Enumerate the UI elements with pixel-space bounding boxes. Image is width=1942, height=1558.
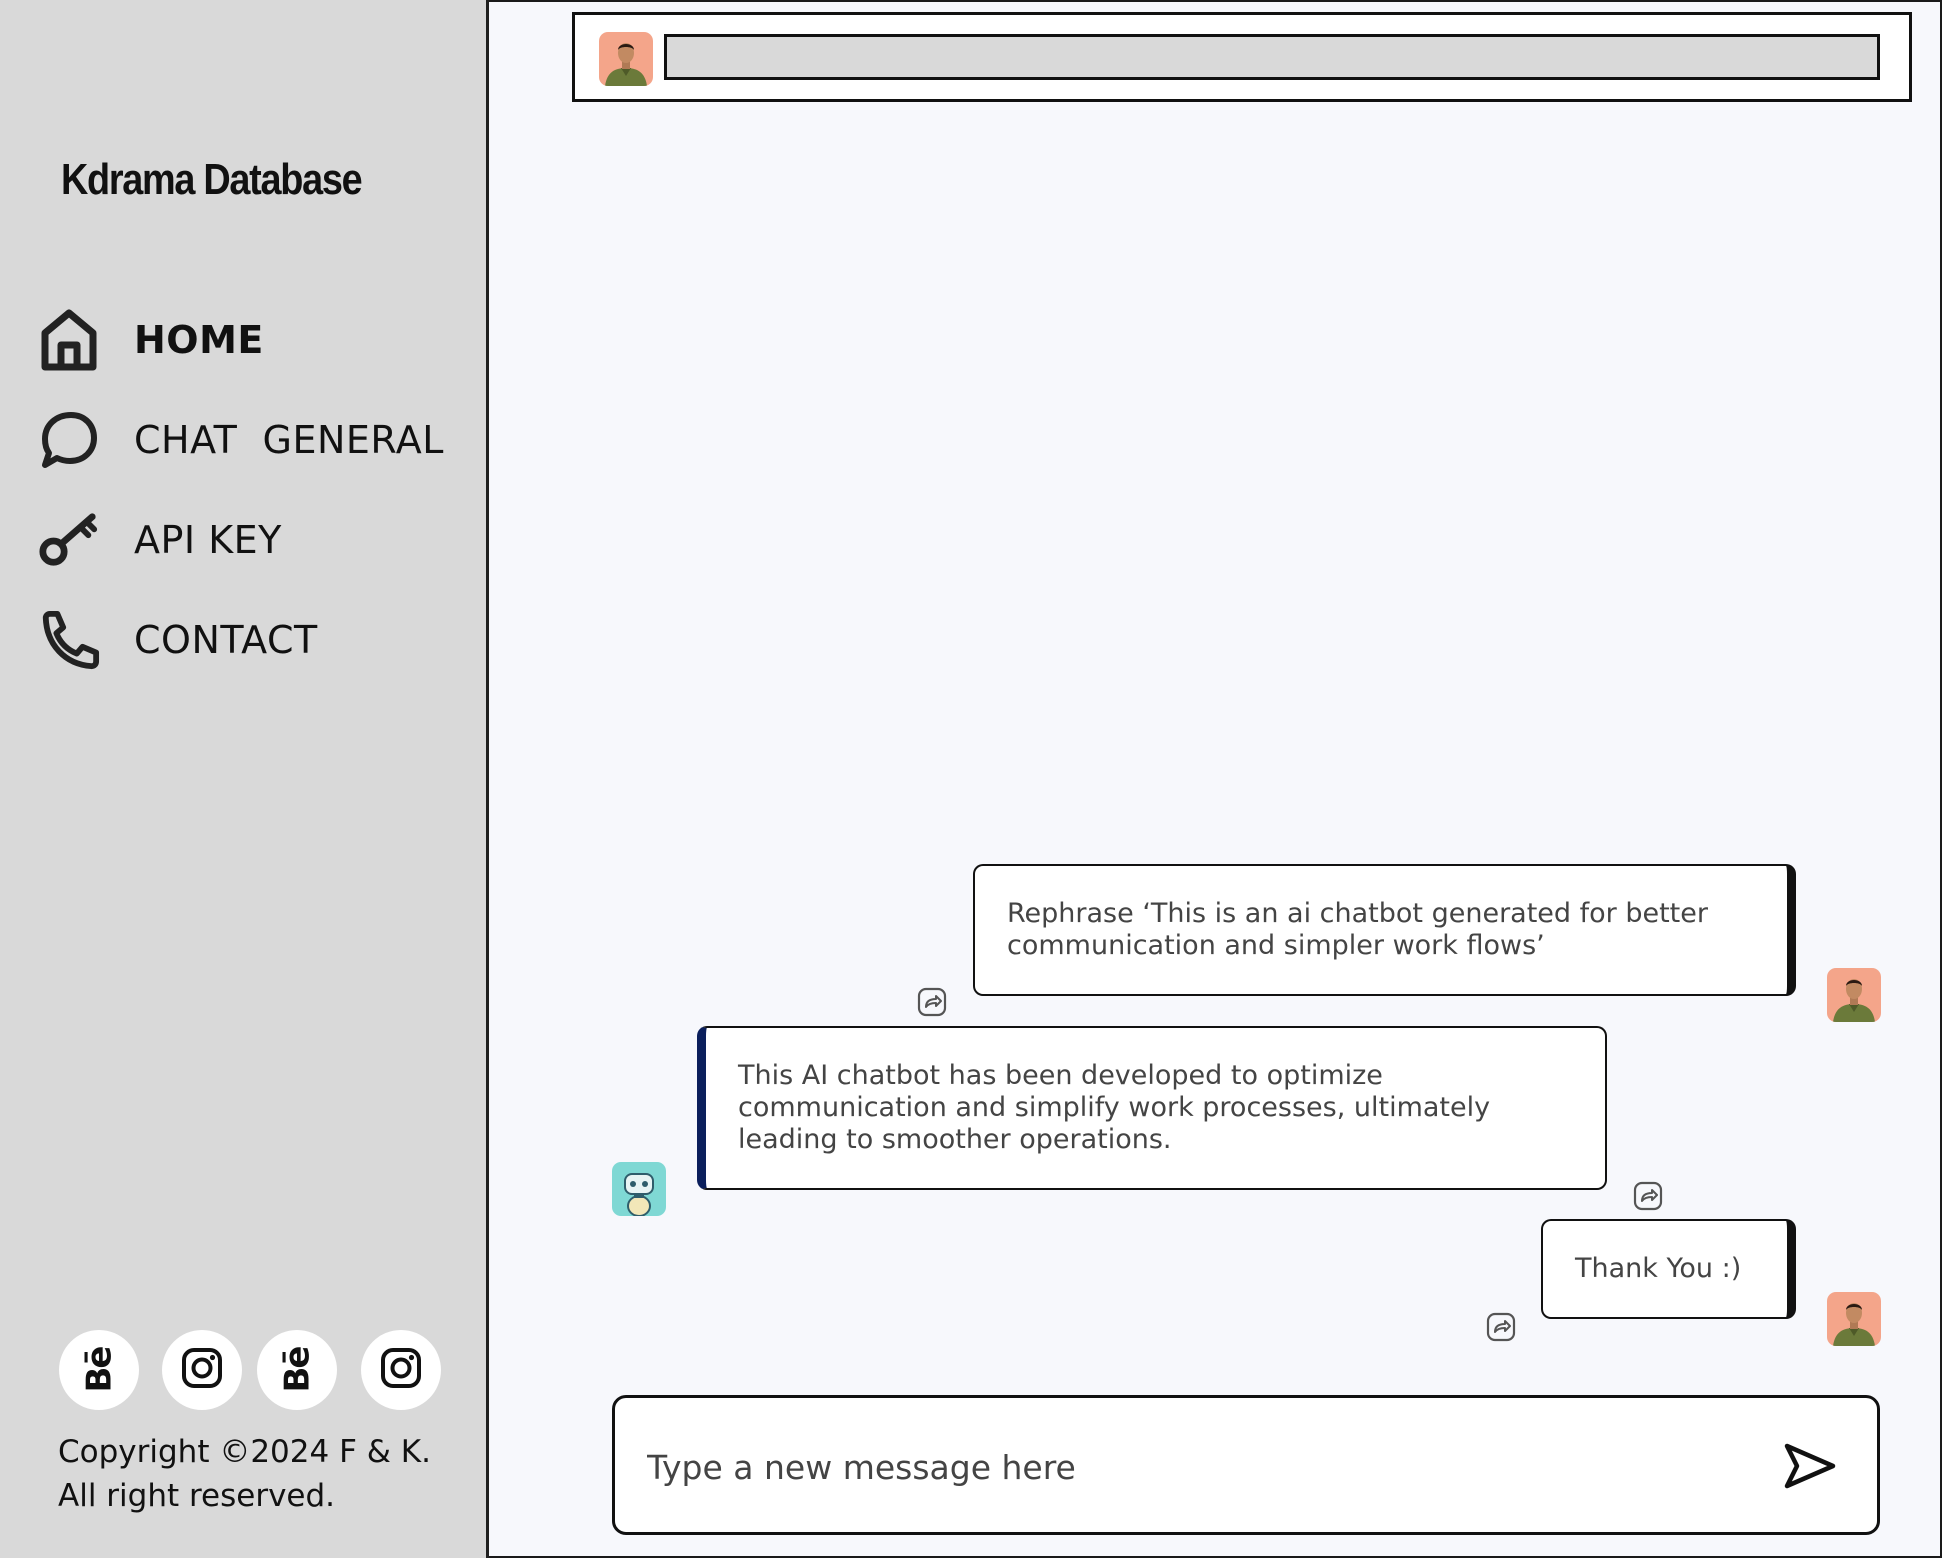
message-composer — [612, 1395, 1880, 1535]
user-avatar[interactable] — [599, 32, 653, 86]
brand-title: Kdrama Database — [61, 155, 363, 204]
home-icon — [38, 307, 100, 373]
send-icon — [1779, 1443, 1839, 1500]
behance-icon: Bē — [78, 1347, 119, 1393]
sidebar-item-contact[interactable]: CONTACT — [38, 605, 318, 675]
send-button[interactable] — [1779, 1436, 1839, 1496]
message-bubble-bot: This AI chatbot has been developed to op… — [697, 1026, 1607, 1190]
instagram-link[interactable] — [361, 1330, 441, 1410]
sidebar-item-api-key[interactable]: API KEY — [38, 505, 282, 575]
message-bubble-user: Thank You :) — [1541, 1219, 1796, 1319]
user-avatar — [1827, 968, 1881, 1022]
message-input[interactable] — [645, 1438, 1749, 1496]
message-bubble-user: Rephrase ‘This is an ai chatbot generate… — [973, 864, 1796, 996]
top-search-field[interactable] — [664, 34, 1880, 80]
sidebar-item-label: API KEY — [134, 518, 282, 562]
user-avatar — [1827, 1292, 1881, 1346]
instagram-icon — [180, 1346, 224, 1394]
sidebar-item-chat-general[interactable]: CHAT GENERAL — [38, 405, 444, 475]
sidebar-item-label: CHAT GENERAL — [134, 418, 444, 462]
chat-bubble-icon — [38, 407, 100, 473]
message-text: Rephrase ‘This is an ai chatbot generate… — [1007, 898, 1708, 961]
behance-icon: Bē — [276, 1347, 317, 1393]
message-text: This AI chatbot has been developed to op… — [738, 1060, 1491, 1155]
sidebar-item-label: HOME — [134, 318, 264, 362]
instagram-link[interactable] — [162, 1330, 242, 1410]
share-icon[interactable] — [916, 986, 948, 1018]
sidebar-item-home[interactable]: HOME — [38, 305, 264, 375]
share-icon[interactable] — [1485, 1311, 1517, 1343]
bot-avatar — [612, 1162, 666, 1216]
instagram-icon — [379, 1346, 423, 1394]
behance-link[interactable]: Bē — [59, 1330, 139, 1410]
social-links: Bē Bē — [59, 1330, 464, 1410]
sidebar-item-label: CONTACT — [134, 618, 318, 662]
phone-icon — [38, 607, 100, 673]
sidebar: Kdrama Database HOME CHAT GENERAL API KE… — [0, 0, 489, 1558]
key-icon — [38, 507, 100, 573]
top-bar — [572, 12, 1912, 102]
message-text: Thank You :) — [1575, 1253, 1742, 1284]
share-icon[interactable] — [1632, 1180, 1664, 1212]
copyright-text: Copyright ©2024 F & K. All right reserve… — [58, 1434, 431, 1514]
behance-link[interactable]: Bē — [257, 1330, 337, 1410]
